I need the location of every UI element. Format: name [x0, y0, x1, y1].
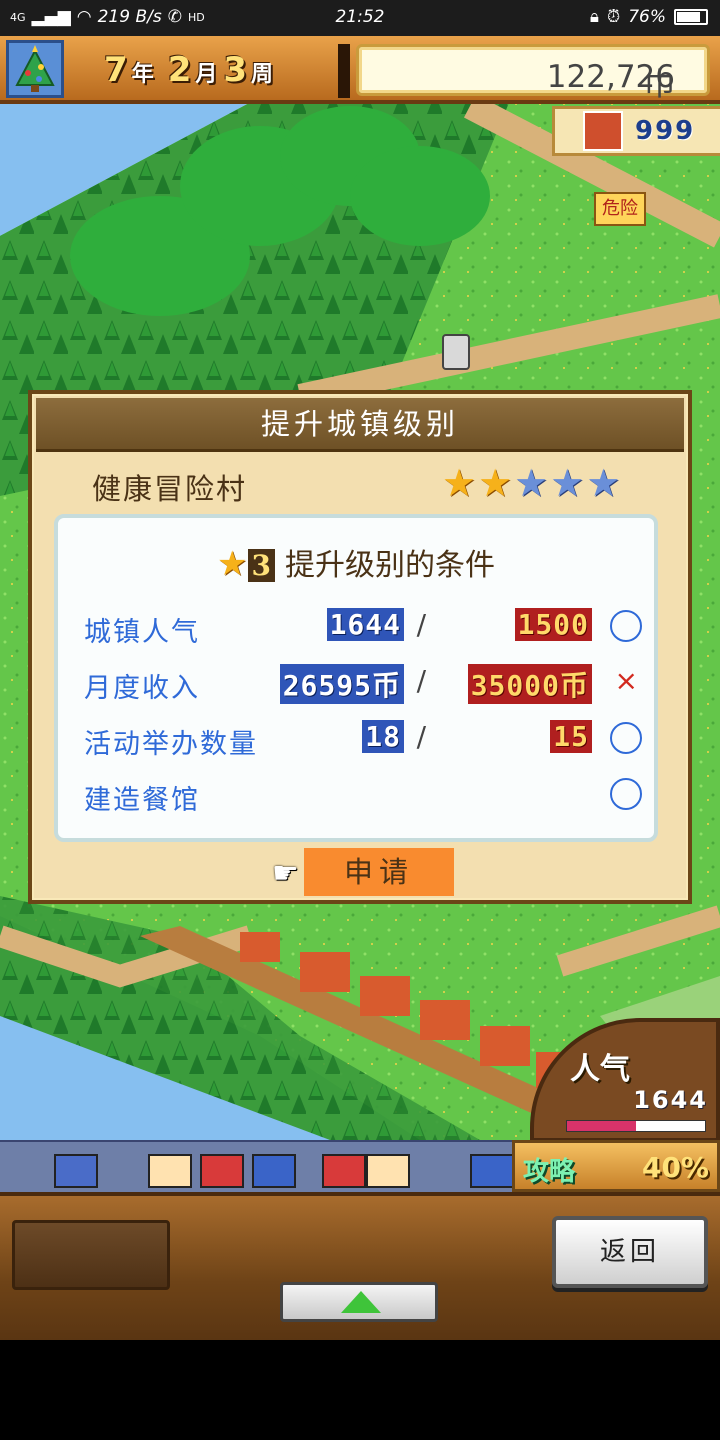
- gauge-value: 1644: [633, 1086, 708, 1114]
- guide-value: 40%: [641, 1151, 709, 1184]
- status-right: 🔒︎ ⏰︎ 76%: [590, 7, 708, 27]
- month-number: 2: [167, 50, 192, 90]
- condition-row-restaurant: 建造餐馆: [58, 770, 654, 820]
- condition-slash: /: [416, 720, 426, 753]
- conditions-box: ★ 3 提升级别的条件 城镇人气 1644 / 1500 月度收入 26595币 /…: [54, 514, 658, 842]
- lock-icon: 🔒︎: [589, 7, 599, 27]
- town-rank-stars: ★ ★ ★ ★ ★: [442, 460, 620, 506]
- condition-row-events: 活动举办数量 18 / 15: [58, 714, 654, 764]
- adventurer-icon[interactable]: [148, 1154, 192, 1188]
- condition-required: 15: [550, 720, 592, 753]
- month-unit: 月: [195, 62, 218, 87]
- condition-required: 35000币: [467, 664, 592, 704]
- star-icon: ★: [217, 544, 248, 584]
- house-icon: [583, 111, 623, 151]
- hud-divider: [338, 44, 350, 98]
- villager-sprite[interactable]: [442, 334, 470, 370]
- house-count-badge[interactable]: 999: [552, 106, 720, 156]
- screen-bottom: [0, 1340, 720, 1440]
- up-arrow-icon: [341, 1291, 381, 1313]
- town-name: 健康冒险村: [92, 472, 248, 506]
- expand-menu-button[interactable]: [280, 1282, 438, 1322]
- tree-icon: [15, 45, 55, 92]
- condition-current: 1644: [326, 608, 404, 641]
- condition-label: 活动举办数量: [84, 729, 258, 760]
- condition-current: 18: [362, 720, 404, 753]
- year-number: 7: [104, 50, 128, 90]
- star-empty-icon: ★: [514, 461, 549, 505]
- dialog-title: 提升城镇级别: [36, 398, 684, 452]
- condition-slash: /: [416, 608, 426, 641]
- guide-progress[interactable]: 攻略 40%: [512, 1140, 720, 1192]
- bottom-panel: 返回: [0, 1192, 720, 1340]
- game-date: 7 年 2 月 3 周: [104, 50, 283, 90]
- condition-label: 建造餐馆: [84, 785, 200, 816]
- danger-sign[interactable]: 危险: [594, 192, 646, 226]
- conditions-title: 提升级别的条件: [284, 548, 495, 583]
- gauge-fill: [567, 1121, 636, 1131]
- town-rank-dialog: 提升城镇级别 健康冒险村 ★ ★ ★ ★ ★ ★ 3 提升级别的条件 城镇人气 1644 /…: [28, 390, 692, 904]
- unmet-cross-icon: ×: [614, 664, 638, 697]
- house-count: 999: [635, 116, 696, 146]
- star-filled-icon: ★: [442, 461, 477, 505]
- back-button[interactable]: 返回: [552, 1216, 708, 1288]
- gauge-bar: [566, 1120, 706, 1132]
- condition-label: 城镇人气: [84, 617, 200, 648]
- met-circle-icon: [610, 778, 642, 810]
- money-unit: 巾: [644, 67, 675, 103]
- empty-slot[interactable]: [12, 1220, 170, 1290]
- money-display: 122,726 巾: [356, 44, 710, 103]
- condition-slash: /: [416, 664, 426, 697]
- status-bar: 4G ▂▄▆ ◠ 219 B/s ✆ HD 21:52 🔒︎ ⏰︎ 76%: [0, 0, 720, 36]
- guide-label: 攻略: [523, 1157, 576, 1187]
- conditions-header: ★ 3 提升级别的条件: [58, 540, 654, 584]
- battery-percent: 76%: [628, 7, 666, 27]
- gauge-title: 人气: [570, 1052, 630, 1087]
- shop-icon[interactable]: [470, 1154, 514, 1188]
- season-tree-icon[interactable]: [6, 40, 64, 98]
- met-circle-icon: [610, 610, 642, 642]
- shop-icon[interactable]: [200, 1154, 244, 1188]
- star-empty-icon: ★: [586, 461, 621, 505]
- alarm-icon: ⏰︎: [606, 7, 621, 27]
- battery-icon: [674, 9, 708, 25]
- shop-icon[interactable]: [322, 1154, 366, 1188]
- met-circle-icon: [610, 722, 642, 754]
- condition-label: 月度收入: [84, 673, 200, 704]
- star-filled-icon: ★: [478, 461, 513, 505]
- year-unit: 年: [131, 62, 154, 87]
- mushroom-character-icon[interactable]: [366, 1154, 410, 1188]
- target-rank: 3: [247, 549, 275, 582]
- star-empty-icon: ★: [550, 461, 585, 505]
- shop-icon[interactable]: [54, 1154, 98, 1188]
- condition-required: 1500: [514, 608, 592, 641]
- week-unit: 周: [251, 62, 274, 87]
- battery-fill: [677, 12, 700, 22]
- condition-row-popularity: 城镇人气 1644 / 1500: [58, 602, 654, 652]
- week-number: 3: [223, 50, 248, 90]
- top-hud: 7 年 2 月 3 周 122,726 巾: [0, 36, 720, 104]
- pointing-hand-icon: ☛: [272, 856, 299, 891]
- shop-icon[interactable]: [252, 1154, 296, 1188]
- apply-button[interactable]: 申请: [304, 848, 454, 896]
- condition-current: 26595币: [279, 664, 404, 704]
- condition-row-income: 月度收入 26595币 / 35000币 ×: [58, 658, 654, 708]
